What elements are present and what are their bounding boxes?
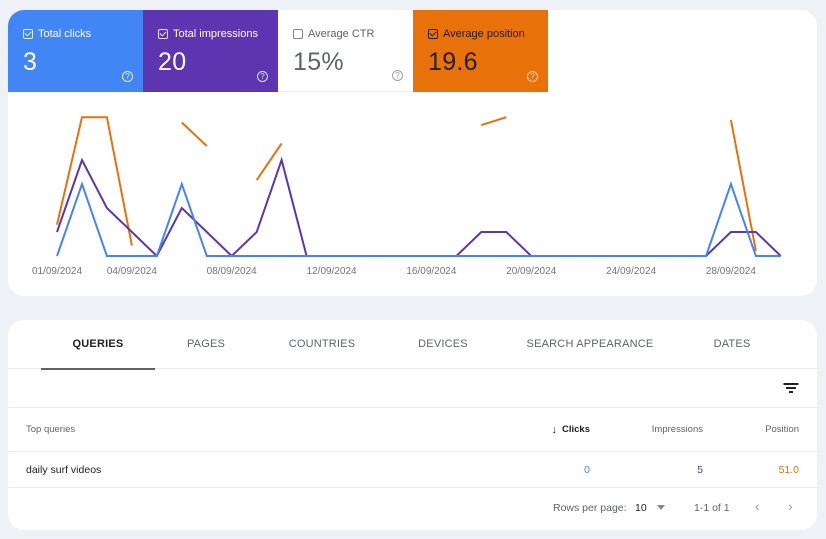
series-line-position <box>56 116 133 246</box>
tab-devices[interactable]: DEVICES <box>398 320 488 369</box>
position-cell: 51.0 <box>778 463 799 476</box>
metric-total-impressions[interactable]: Total impressions 20 ? <box>143 10 278 92</box>
rows-per-page-label: Rows per page: <box>553 502 627 514</box>
impressions-cell: 5 <box>697 463 703 476</box>
next-page-icon[interactable]: › <box>788 498 793 514</box>
metric-label: Total clicks <box>38 28 92 40</box>
metric-cards: Total clicks 3 ? Total impressions 20 ? … <box>8 10 548 92</box>
metric-label: Total impressions <box>173 28 258 40</box>
column-header-position[interactable]: Position <box>765 408 799 451</box>
table-row[interactable]: daily surf videos 0 5 51.0 <box>8 452 817 488</box>
series-line-clicks <box>56 180 781 257</box>
metric-label: Average position <box>443 28 525 40</box>
column-header-clicks-label: Clicks <box>562 424 590 435</box>
previous-page-icon[interactable]: ‹ <box>755 498 760 514</box>
page-range: 1-1 of 1 <box>694 502 730 514</box>
x-tick-label: 04/09/2024 <box>107 266 157 277</box>
help-icon[interactable]: ? <box>392 70 403 81</box>
series-line-position <box>181 121 208 147</box>
dimension-tabs: QUERIES PAGES COUNTRIES DEVICES SEARCH A… <box>8 320 817 370</box>
table-toolbar <box>8 369 817 408</box>
checkbox-checked-icon[interactable] <box>428 29 438 39</box>
series-line-position <box>729 119 757 251</box>
checkbox-checked-icon[interactable] <box>158 29 168 39</box>
table-header: Top queries ↓ Clicks Impressions Position <box>8 408 817 452</box>
x-tick-label: 24/09/2024 <box>606 266 656 277</box>
filter-icon[interactable] <box>783 381 799 395</box>
checkbox-unchecked-icon[interactable] <box>293 29 303 39</box>
rows-per-page-select[interactable]: 10 <box>635 502 647 514</box>
help-icon[interactable]: ? <box>257 71 268 82</box>
column-header-impressions[interactable]: Impressions <box>652 408 703 451</box>
metric-average-position[interactable]: Average position 19.6 ? <box>413 10 548 92</box>
tab-search-appearance[interactable]: SEARCH APPEARANCE <box>520 320 660 369</box>
performance-chart-card: Total clicks 3 ? Total impressions 20 ? … <box>8 10 817 296</box>
tab-pages[interactable]: PAGES <box>166 320 246 369</box>
metric-label: Average CTR <box>308 28 375 40</box>
series-line-position <box>480 116 507 127</box>
metric-average-ctr[interactable]: Average CTR 15% ? <box>278 10 413 92</box>
metric-total-clicks[interactable]: Total clicks 3 ? <box>8 10 143 92</box>
query-cell: daily surf videos <box>26 463 102 476</box>
column-header-query: Top queries <box>26 424 76 435</box>
series-line-position <box>255 142 283 181</box>
help-icon[interactable]: ? <box>122 71 133 82</box>
x-tick-label: 01/09/2024 <box>32 266 82 277</box>
x-tick-label: 08/09/2024 <box>207 266 257 277</box>
clicks-cell: 0 <box>584 463 590 476</box>
series-line-impressions <box>56 156 782 258</box>
tab-queries[interactable]: QUERIES <box>41 320 155 370</box>
dropdown-arrow-icon[interactable] <box>657 505 665 510</box>
sort-down-icon: ↓ <box>551 423 558 436</box>
tab-dates[interactable]: DATES <box>698 320 766 369</box>
column-header-clicks[interactable]: ↓ Clicks <box>552 408 591 451</box>
help-icon[interactable]: ? <box>527 71 538 82</box>
tab-countries[interactable]: COUNTRIES <box>272 320 372 369</box>
pagination: Rows per page: 10 1-1 of 1 ‹ › <box>8 488 817 530</box>
x-tick-label: 16/09/2024 <box>406 266 456 277</box>
checkbox-checked-icon[interactable] <box>23 29 33 39</box>
results-table-card: QUERIES PAGES COUNTRIES DEVICES SEARCH A… <box>8 320 817 530</box>
x-tick-label: 12/09/2024 <box>307 266 357 277</box>
x-tick-label: 20/09/2024 <box>506 266 556 277</box>
x-tick-label: 28/09/2024 <box>706 266 756 277</box>
